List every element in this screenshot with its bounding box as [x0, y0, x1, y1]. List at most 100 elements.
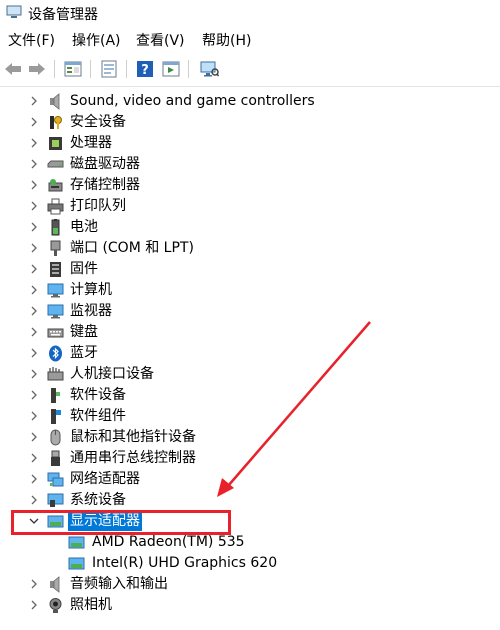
usb-icon	[51, 450, 60, 466]
tree-item-bluetooth[interactable]: 蓝牙	[0, 343, 500, 364]
system-device-icon	[47, 493, 64, 507]
chevron-right-icon[interactable]	[28, 116, 40, 128]
tree-item-label: 打印队列	[70, 198, 126, 214]
cpu-icon	[49, 137, 62, 150]
chevron-right-icon[interactable]	[28, 431, 40, 443]
camera-icon	[49, 598, 62, 613]
chevron-right-icon[interactable]	[28, 200, 40, 212]
chevron-right-icon[interactable]	[28, 242, 40, 254]
port-icon	[50, 240, 61, 256]
tree-item-batteries[interactable]: 电池	[0, 217, 500, 238]
chevron-right-icon[interactable]	[28, 389, 40, 401]
chevron-right-icon[interactable]	[28, 494, 40, 506]
scan-hardware-icon[interactable]	[198, 58, 220, 80]
chevron-right-icon[interactable]	[28, 326, 40, 338]
tree-item-processors[interactable]: 处理器	[0, 133, 500, 154]
software-component-icon	[51, 409, 61, 424]
chevron-right-icon[interactable]	[28, 578, 40, 590]
window-title: 设备管理器	[28, 7, 98, 23]
bluetooth-icon	[49, 345, 62, 362]
chevron-right-icon[interactable]	[28, 347, 40, 359]
toolbar-divider	[0, 86, 500, 87]
chevron-right-icon[interactable]	[28, 158, 40, 170]
tree-item-label: 蓝牙	[70, 345, 98, 361]
tree-item-intel-uhd[interactable]: Intel(R) UHD Graphics 620	[0, 553, 500, 574]
display-adapter-icon	[68, 536, 85, 549]
tree-item-hid[interactable]: 人机接口设备	[0, 364, 500, 385]
tree-item-label: 端口 (COM 和 LPT)	[70, 240, 194, 256]
tree-item-label: 固件	[70, 261, 98, 277]
tree-item-keyboards[interactable]: 键盘	[0, 322, 500, 343]
tree-item-software-devices[interactable]: 软件设备	[0, 385, 500, 406]
tree-item-label: 磁盘驱动器	[70, 156, 140, 172]
tree-item-computer[interactable]: 计算机	[0, 280, 500, 301]
chevron-right-icon[interactable]	[28, 95, 40, 107]
tree-item-label: Sound, video and game controllers	[70, 93, 315, 109]
tree-item-amd-radeon[interactable]: AMD Radeon(TM) 535	[0, 532, 500, 553]
title-bar: 设备管理器	[0, 0, 500, 26]
tree-item-label: 软件设备	[70, 387, 126, 403]
chevron-right-icon[interactable]	[28, 221, 40, 233]
properties-icon[interactable]	[62, 58, 84, 80]
tree-item-label: 音频输入和输出	[70, 576, 168, 592]
back-icon[interactable]	[2, 58, 24, 80]
tree-item-label: AMD Radeon(TM) 535	[92, 534, 245, 550]
tree-item-security-devices[interactable]: 安全设备	[0, 112, 500, 133]
chevron-right-icon[interactable]	[28, 473, 40, 485]
chevron-right-icon[interactable]	[28, 284, 40, 296]
chevron-right-icon[interactable]	[28, 179, 40, 191]
toolbar: ?	[0, 56, 500, 84]
help-icon[interactable]: ?	[134, 58, 156, 80]
tree-item-label: 人机接口设备	[70, 366, 154, 382]
mouse-icon	[50, 429, 61, 446]
toolbar-separator	[90, 60, 91, 78]
tree-item-storage-controllers[interactable]: 存储控制器	[0, 175, 500, 196]
battery-icon	[51, 219, 60, 236]
toolbar-separator	[188, 60, 189, 78]
toolbar-separator	[126, 60, 127, 78]
firmware-icon	[50, 262, 61, 277]
tree-item-network-adapters[interactable]: 网络适配器	[0, 469, 500, 490]
chevron-right-icon[interactable]	[28, 599, 40, 611]
software-device-icon	[51, 388, 60, 403]
printer-icon	[47, 198, 64, 215]
menu-help[interactable]: 帮助(H)	[200, 30, 253, 52]
tree-item-label: 安全设备	[70, 114, 126, 130]
tree-item-audio-io[interactable]: 音频输入和输出	[0, 574, 500, 595]
chevron-right-icon[interactable]	[28, 410, 40, 422]
tree-item-print-queues[interactable]: 打印队列	[0, 196, 500, 217]
tree-item-firmware[interactable]: 固件	[0, 259, 500, 280]
storage-controller-icon	[48, 179, 63, 192]
disk-drive-icon	[47, 160, 64, 168]
chevron-right-icon[interactable]	[28, 368, 40, 380]
tree-item-disk-drives[interactable]: 磁盘驱动器	[0, 154, 500, 175]
show-hidden-icon[interactable]	[160, 58, 182, 80]
update-driver-icon[interactable]	[98, 58, 120, 80]
tree-item-label: 通用串行总线控制器	[70, 450, 196, 466]
chevron-right-icon[interactable]	[28, 452, 40, 464]
tree-item-cameras[interactable]: 照相机	[0, 595, 500, 616]
key-icon	[50, 116, 62, 129]
hid-icon	[47, 367, 64, 381]
tree-item-usb-controllers[interactable]: 通用串行总线控制器	[0, 448, 500, 469]
tree-item-label: 鼠标和其他指针设备	[70, 429, 196, 445]
chevron-right-icon[interactable]	[28, 137, 40, 149]
menu-view[interactable]: 查看(V)	[134, 30, 187, 52]
chevron-right-icon[interactable]	[28, 305, 40, 317]
tree-item-software-components[interactable]: 软件组件	[0, 406, 500, 427]
tree-item-label: Intel(R) UHD Graphics 620	[92, 555, 278, 571]
menu-file[interactable]: 文件(F)	[6, 30, 57, 52]
tree-item-label: 监视器	[70, 303, 112, 319]
tree-item-sound-video-game[interactable]: Sound, video and game controllers	[0, 91, 500, 112]
tree-item-label: 处理器	[70, 135, 112, 151]
tree-item-system-devices[interactable]: 系统设备	[0, 490, 500, 511]
tree-item-monitors[interactable]: 监视器	[0, 301, 500, 322]
tree-item-mice[interactable]: 鼠标和其他指针设备	[0, 427, 500, 448]
forward-icon[interactable]	[26, 58, 48, 80]
tree-item-ports[interactable]: 端口 (COM 和 LPT)	[0, 238, 500, 259]
audio-io-icon	[50, 576, 60, 593]
chevron-right-icon[interactable]	[28, 263, 40, 275]
tree-item-label: 软件组件	[70, 408, 126, 424]
speaker-icon	[50, 93, 60, 110]
menu-action[interactable]: 操作(A)	[70, 30, 123, 52]
